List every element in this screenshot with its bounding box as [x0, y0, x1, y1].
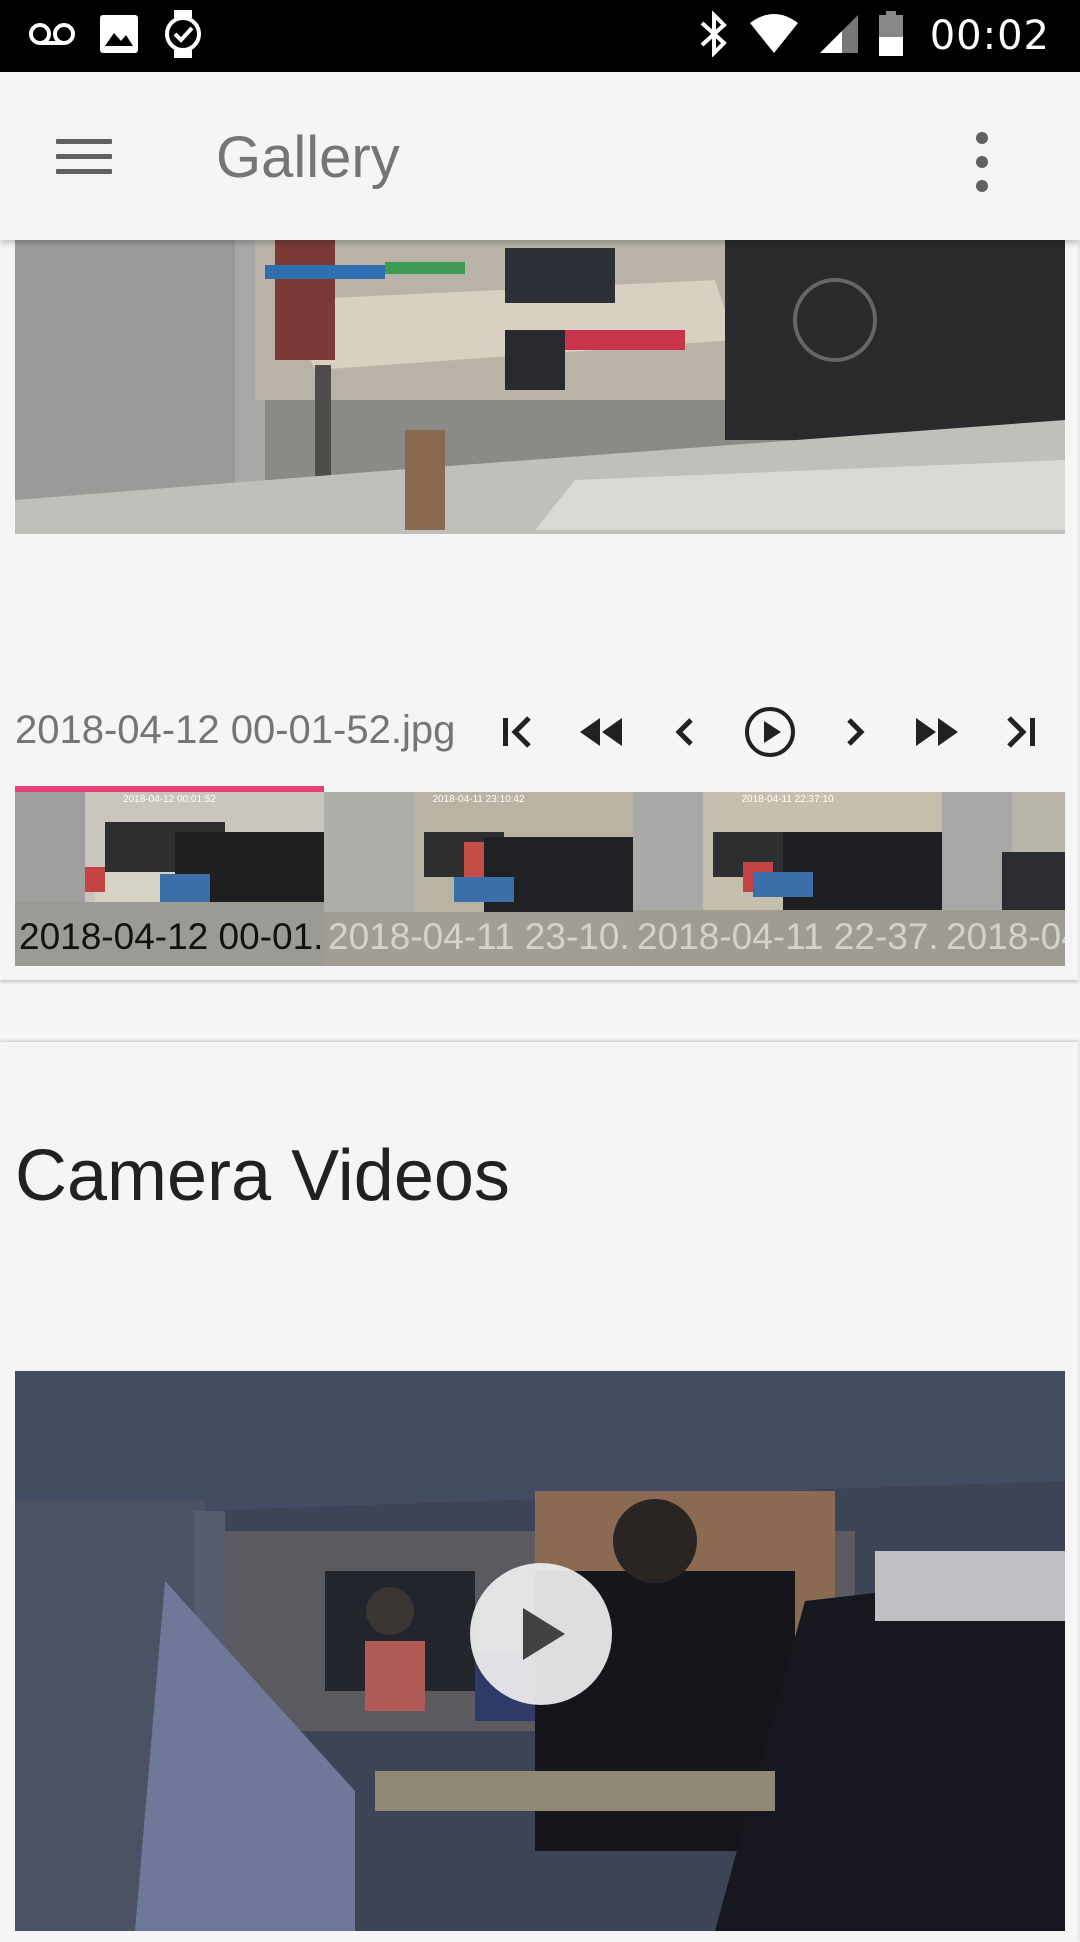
play-icon[interactable]	[470, 1563, 612, 1705]
status-bar: 00:02	[0, 0, 1080, 72]
next-icon[interactable]	[825, 704, 885, 760]
menu-icon[interactable]	[40, 116, 130, 196]
thumbnail-caption: 2018-04-12 00-01...	[19, 916, 324, 957]
image-icon	[98, 13, 140, 60]
previous-icon[interactable]	[655, 704, 715, 760]
wifi-icon	[748, 13, 800, 60]
thumbnail-caption: 2018-04-11 23-10...	[328, 916, 633, 957]
voicemail-icon	[28, 19, 76, 54]
main-photo[interactable]	[15, 240, 1065, 534]
thumbnail-stamp: 2018-04-11 22:37:10	[741, 794, 834, 805]
first-icon[interactable]	[487, 704, 547, 760]
thumbnail[interactable]: 2018-04	[942, 792, 1065, 966]
watch-icon	[162, 8, 204, 65]
thumbnail-caption: 2018-04	[946, 916, 1065, 957]
thumbnail[interactable]: 2018-04-12 00:01:52 2018-04-12 00-01...	[15, 792, 324, 966]
photo-controls: 2018-04-12 00-01-52.jpg	[15, 700, 1065, 764]
fast-forward-icon[interactable]	[908, 704, 968, 760]
thumbnail[interactable]: 2018-04-11 23:10:42 2018-04-11 23-10...	[324, 792, 633, 966]
battery-icon	[878, 10, 904, 62]
thumbnail[interactable]: 2018-04-11 22:37:10 2018-04-11 22-37...	[633, 792, 942, 966]
signal-icon	[818, 13, 860, 60]
app-bar: Gallery	[0, 72, 1080, 240]
current-filename: 2018-04-12 00-01-52.jpg	[15, 708, 456, 752]
fast-rewind-icon[interactable]	[570, 704, 630, 760]
thumbnail-caption: 2018-04-11 22-37...	[637, 916, 942, 957]
thumbnail-strip: 2018-04-12 00:01:52 2018-04-12 00-01... …	[15, 786, 1065, 966]
section-title: Camera Videos	[15, 1136, 510, 1216]
thumbnail-stamp: 2018-04-11 23:10:42	[432, 794, 525, 805]
bluetooth-icon	[698, 9, 730, 62]
play-circle-icon[interactable]	[740, 704, 800, 760]
more-vert-icon[interactable]	[952, 122, 1012, 202]
clock: 00:02	[929, 13, 1050, 59]
page-title: Gallery	[216, 125, 400, 190]
thumbnail-stamp: 2018-04-12 00:01:52	[123, 794, 216, 805]
last-icon[interactable]	[991, 704, 1051, 760]
